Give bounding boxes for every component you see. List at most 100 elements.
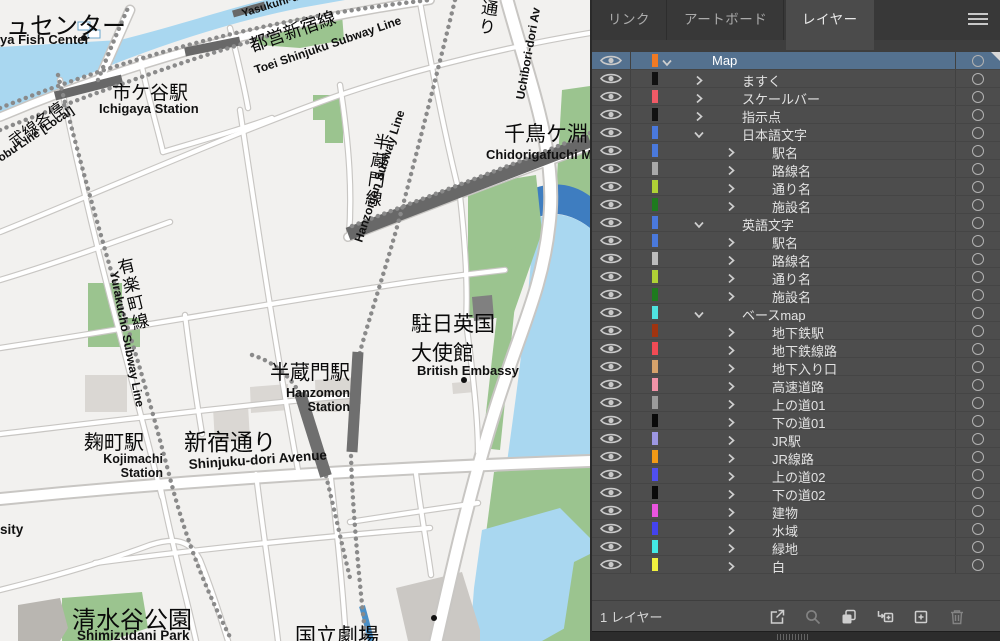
- layer-name[interactable]: Map: [712, 53, 737, 68]
- expand-chevron-icon[interactable]: [726, 199, 736, 212]
- target-circle[interactable]: [955, 196, 1000, 213]
- expand-chevron-icon[interactable]: [726, 379, 736, 392]
- collapse-chevron-icon[interactable]: [694, 217, 704, 229]
- collapse-chevron-icon[interactable]: [694, 127, 704, 139]
- visibility-toggle-eye-icon[interactable]: [592, 286, 631, 303]
- layer-row[interactable]: 上の道02: [592, 466, 1000, 485]
- map-canvas[interactable]: ュセンター 市ケ谷駅 都営新宿線 半蔵門線 千鳥ケ淵 有楽町線 駐日英国 大使館 半蔵門駅 麹町駅…: [0, 0, 590, 641]
- expand-chevron-icon[interactable]: [726, 469, 736, 482]
- visibility-toggle-eye-icon[interactable]: [592, 232, 631, 249]
- expand-chevron-icon[interactable]: [726, 235, 736, 248]
- layer-row[interactable]: スケールバー: [592, 88, 1000, 107]
- visibility-toggle-eye-icon[interactable]: [592, 196, 631, 213]
- visibility-toggle-eye-icon[interactable]: [592, 214, 631, 231]
- target-circle[interactable]: [955, 160, 1000, 177]
- expand-chevron-icon[interactable]: [726, 163, 736, 176]
- layer-row[interactable]: 地下鉄線路: [592, 340, 1000, 359]
- visibility-toggle-eye-icon[interactable]: [592, 124, 631, 141]
- target-circle[interactable]: [955, 88, 1000, 105]
- expand-chevron-icon[interactable]: [694, 109, 704, 122]
- panel-tab[interactable]: レイヤー: [786, 0, 874, 50]
- layer-row[interactable]: 地下鉄駅: [592, 322, 1000, 341]
- target-circle[interactable]: [955, 430, 1000, 447]
- layer-row[interactable]: 白: [592, 556, 1000, 575]
- target-circle[interactable]: [955, 106, 1000, 123]
- layer-row[interactable]: 施設名: [592, 286, 1000, 305]
- visibility-toggle-eye-icon[interactable]: [592, 88, 631, 105]
- target-circle[interactable]: [955, 448, 1000, 465]
- expand-chevron-icon[interactable]: [726, 523, 736, 536]
- target-circle[interactable]: [955, 268, 1000, 285]
- visibility-toggle-eye-icon[interactable]: [592, 250, 631, 267]
- target-circle[interactable]: [955, 250, 1000, 267]
- layer-row[interactable]: 通り名: [592, 178, 1000, 197]
- expand-chevron-icon[interactable]: [726, 397, 736, 410]
- expand-chevron-icon[interactable]: [726, 271, 736, 284]
- visibility-toggle-eye-icon[interactable]: [592, 502, 631, 519]
- layer-row[interactable]: 路線名: [592, 160, 1000, 179]
- visibility-toggle-eye-icon[interactable]: [592, 358, 631, 375]
- visibility-toggle-eye-icon[interactable]: [592, 340, 631, 357]
- visibility-toggle-eye-icon[interactable]: [592, 430, 631, 447]
- target-circle[interactable]: [955, 232, 1000, 249]
- visibility-toggle-eye-icon[interactable]: [592, 394, 631, 411]
- visibility-toggle-eye-icon[interactable]: [592, 376, 631, 393]
- target-circle[interactable]: [955, 322, 1000, 339]
- layer-row[interactable]: 施設名: [592, 196, 1000, 215]
- resize-grip[interactable]: [777, 634, 809, 640]
- layer-row[interactable]: ますく: [592, 70, 1000, 89]
- target-circle[interactable]: [955, 142, 1000, 159]
- expand-chevron-icon[interactable]: [726, 559, 736, 572]
- layer-row[interactable]: 日本語文字: [592, 124, 1000, 143]
- expand-chevron-icon[interactable]: [726, 415, 736, 428]
- target-circle[interactable]: [955, 286, 1000, 303]
- expand-chevron-icon[interactable]: [726, 487, 736, 500]
- layer-row[interactable]: 緑地: [592, 538, 1000, 557]
- expand-chevron-icon[interactable]: [726, 541, 736, 554]
- layer-row[interactable]: JR線路: [592, 448, 1000, 467]
- visibility-toggle-eye-icon[interactable]: [592, 412, 631, 429]
- target-circle[interactable]: [955, 376, 1000, 393]
- visibility-toggle-eye-icon[interactable]: [592, 52, 631, 69]
- visibility-toggle-eye-icon[interactable]: [592, 484, 631, 501]
- target-circle[interactable]: [955, 340, 1000, 357]
- visibility-toggle-eye-icon[interactable]: [592, 538, 631, 555]
- visibility-toggle-eye-icon[interactable]: [592, 142, 631, 159]
- target-circle[interactable]: [955, 502, 1000, 519]
- visibility-toggle-eye-icon[interactable]: [592, 520, 631, 537]
- layer-row[interactable]: 英語文字: [592, 214, 1000, 233]
- expand-chevron-icon[interactable]: [726, 361, 736, 374]
- new-sublayer-icon[interactable]: [876, 608, 894, 626]
- visibility-toggle-eye-icon[interactable]: [592, 448, 631, 465]
- make-clipping-mask-icon[interactable]: [840, 608, 858, 626]
- collapse-chevron-icon[interactable]: [694, 307, 704, 319]
- target-circle[interactable]: [955, 394, 1000, 411]
- panel-tab[interactable]: アートボード: [668, 0, 785, 40]
- target-circle[interactable]: [955, 466, 1000, 483]
- visibility-toggle-eye-icon[interactable]: [592, 160, 631, 177]
- visibility-toggle-eye-icon[interactable]: [592, 178, 631, 195]
- target-circle[interactable]: [955, 538, 1000, 555]
- target-circle[interactable]: [955, 484, 1000, 501]
- layer-row[interactable]: 指示点: [592, 106, 1000, 125]
- layer-row[interactable]: ベースmap: [592, 304, 1000, 323]
- visibility-toggle-eye-icon[interactable]: [592, 466, 631, 483]
- new-layer-icon[interactable]: [912, 608, 930, 626]
- expand-chevron-icon[interactable]: [726, 145, 736, 158]
- expand-chevron-icon[interactable]: [726, 325, 736, 338]
- layer-row[interactable]: Map: [592, 52, 1000, 70]
- layer-row[interactable]: 建物: [592, 502, 1000, 521]
- collapse-chevron-icon[interactable]: [662, 55, 672, 67]
- target-circle[interactable]: [955, 178, 1000, 195]
- target-circle[interactable]: [955, 214, 1000, 231]
- expand-chevron-icon[interactable]: [726, 505, 736, 518]
- layer-row[interactable]: 高速道路: [592, 376, 1000, 395]
- visibility-toggle-eye-icon[interactable]: [592, 268, 631, 285]
- layer-row[interactable]: 下の道02: [592, 484, 1000, 503]
- layer-row[interactable]: 路線名: [592, 250, 1000, 269]
- expand-chevron-icon[interactable]: [694, 91, 704, 104]
- layer-row[interactable]: 駅名: [592, 232, 1000, 251]
- target-circle[interactable]: [955, 556, 1000, 573]
- panel-resize-strip[interactable]: [592, 631, 1000, 641]
- layer-list-empty-area[interactable]: [592, 574, 1000, 600]
